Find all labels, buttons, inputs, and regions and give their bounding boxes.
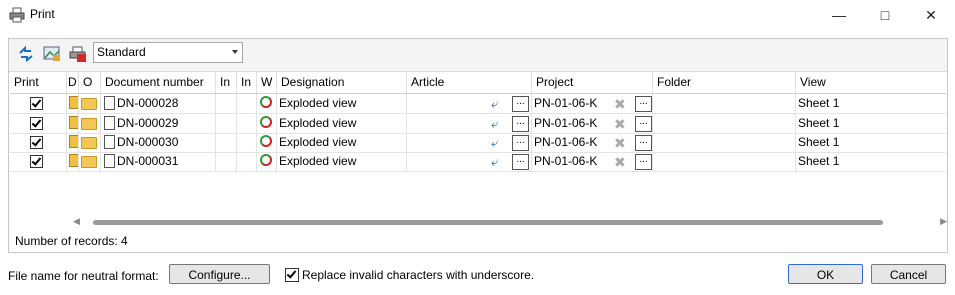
- project-browse-button[interactable]: ...: [635, 96, 652, 112]
- table-row[interactable]: DN-000030 Exploded view ⤶... PN-01-06-K ✖…: [10, 133, 946, 153]
- folder-icon[interactable]: [81, 98, 97, 110]
- col-folder[interactable]: Folder: [653, 72, 796, 93]
- col-view[interactable]: View: [796, 72, 946, 93]
- ok-button[interactable]: OK: [788, 264, 863, 284]
- print-checkbox[interactable]: [30, 97, 43, 110]
- article-browse-button[interactable]: ...: [512, 135, 529, 151]
- view-select-value: Standard: [97, 45, 146, 59]
- maximize-icon[interactable]: □: [862, 0, 908, 30]
- scroll-right-icon[interactable]: ▶: [940, 216, 947, 227]
- clear-icon[interactable]: ✖: [614, 153, 626, 171]
- clear-icon[interactable]: ✖: [614, 95, 626, 113]
- title-bar: Print — □ ✕: [0, 0, 955, 30]
- replace-invalid-label: Replace invalid characters with undersco…: [302, 268, 535, 282]
- refresh-arrows-icon[interactable]: [17, 45, 35, 63]
- col-in-2[interactable]: In: [237, 72, 257, 93]
- printer-icon: [9, 7, 25, 23]
- project: PN-01-06-K: [534, 135, 598, 149]
- folder: [653, 152, 796, 171]
- project: PN-01-06-K: [534, 96, 598, 110]
- article-browse-button[interactable]: ...: [512, 96, 529, 112]
- article-browse-button[interactable]: ...: [512, 116, 529, 132]
- records-count: Number of records: 4: [15, 234, 128, 248]
- designation: Exploded view: [277, 114, 407, 133]
- lock-icon: [69, 116, 78, 129]
- document-icon: [104, 116, 115, 130]
- project-browse-button[interactable]: ...: [635, 135, 652, 151]
- view: Sheet 1: [798, 116, 840, 130]
- chevron-down-icon: [232, 50, 238, 54]
- workflow-cycle-icon: [260, 154, 272, 166]
- col-o[interactable]: O: [79, 72, 101, 93]
- print-panel: Standard Print D O Document number In In…: [8, 38, 948, 253]
- article-browse-button[interactable]: ...: [512, 154, 529, 170]
- undo-icon[interactable]: ⤶: [491, 152, 498, 171]
- folder: [653, 94, 796, 113]
- folder-icon[interactable]: [81, 118, 97, 130]
- designation: Exploded view: [277, 94, 407, 113]
- document-number: DN-000029: [117, 116, 179, 130]
- designation: Exploded view: [277, 152, 407, 171]
- view: Sheet 1: [798, 96, 840, 110]
- col-d[interactable]: D: [67, 72, 79, 93]
- col-designation[interactable]: Designation: [277, 72, 407, 93]
- scrollbar-thumb[interactable]: [93, 220, 883, 225]
- col-article[interactable]: Article: [407, 72, 532, 93]
- col-project[interactable]: Project: [532, 72, 653, 93]
- folder-icon[interactable]: [81, 156, 97, 168]
- workflow-cycle-icon: [260, 96, 272, 108]
- col-in-1[interactable]: In: [216, 72, 237, 93]
- document-number: DN-000028: [117, 96, 179, 110]
- clear-icon[interactable]: ✖: [614, 115, 626, 133]
- window-title: Print: [30, 7, 55, 21]
- workflow-cycle-icon: [260, 135, 272, 147]
- lock-icon: [69, 96, 78, 109]
- documents-grid: Print D O Document number In In W Design…: [10, 72, 946, 210]
- cancel-button[interactable]: Cancel: [871, 264, 946, 284]
- minimize-icon[interactable]: —: [816, 0, 862, 30]
- col-print[interactable]: Print: [10, 72, 67, 93]
- grid-header: Print D O Document number In In W Design…: [10, 72, 946, 94]
- undo-icon[interactable]: ⤶: [491, 114, 498, 133]
- table-row[interactable]: DN-000028 Exploded view ⤶... PN-01-06-K ✖…: [10, 94, 946, 114]
- document-number: DN-000030: [117, 135, 179, 149]
- project-browse-button[interactable]: ...: [635, 154, 652, 170]
- project: PN-01-06-K: [534, 116, 598, 130]
- close-icon[interactable]: ✕: [908, 0, 954, 30]
- workflow-cycle-icon: [260, 116, 272, 128]
- undo-icon[interactable]: ⤶: [491, 133, 498, 152]
- lock-icon: [69, 154, 78, 167]
- view-select[interactable]: Standard: [93, 42, 243, 63]
- horizontal-scrollbar[interactable]: ◀ ▶: [71, 216, 947, 229]
- view: Sheet 1: [798, 154, 840, 168]
- print-checkbox[interactable]: [30, 155, 43, 168]
- view: Sheet 1: [798, 135, 840, 149]
- designation: Exploded view: [277, 133, 407, 152]
- table-row[interactable]: DN-000031 Exploded view ⤶... PN-01-06-K ✖…: [10, 152, 946, 172]
- folder: [653, 133, 796, 152]
- print-checkbox[interactable]: [30, 117, 43, 130]
- configure-button[interactable]: Configure...: [169, 264, 270, 284]
- scroll-left-icon[interactable]: ◀: [73, 216, 80, 227]
- document-icon: [104, 135, 115, 149]
- toolbar: Standard: [9, 39, 947, 72]
- document-number: DN-000031: [117, 154, 179, 168]
- col-document-number[interactable]: Document number: [101, 72, 216, 93]
- document-icon: [104, 154, 115, 168]
- print-checkbox[interactable]: [30, 136, 43, 149]
- project-browse-button[interactable]: ...: [635, 116, 652, 132]
- document-icon: [104, 96, 115, 110]
- folder: [653, 114, 796, 133]
- clear-icon[interactable]: ✖: [614, 134, 626, 152]
- col-w[interactable]: W: [257, 72, 277, 93]
- printer-icon[interactable]: [69, 45, 87, 63]
- lock-icon: [69, 135, 78, 148]
- file-name-label: File name for neutral format:: [8, 269, 159, 283]
- replace-invalid-checkbox[interactable]: [285, 268, 299, 282]
- undo-icon[interactable]: ⤶: [491, 94, 498, 113]
- image-settings-icon[interactable]: [43, 45, 61, 63]
- table-row[interactable]: DN-000029 Exploded view ⤶... PN-01-06-K ✖…: [10, 114, 946, 134]
- folder-icon[interactable]: [81, 137, 97, 149]
- project: PN-01-06-K: [534, 154, 598, 168]
